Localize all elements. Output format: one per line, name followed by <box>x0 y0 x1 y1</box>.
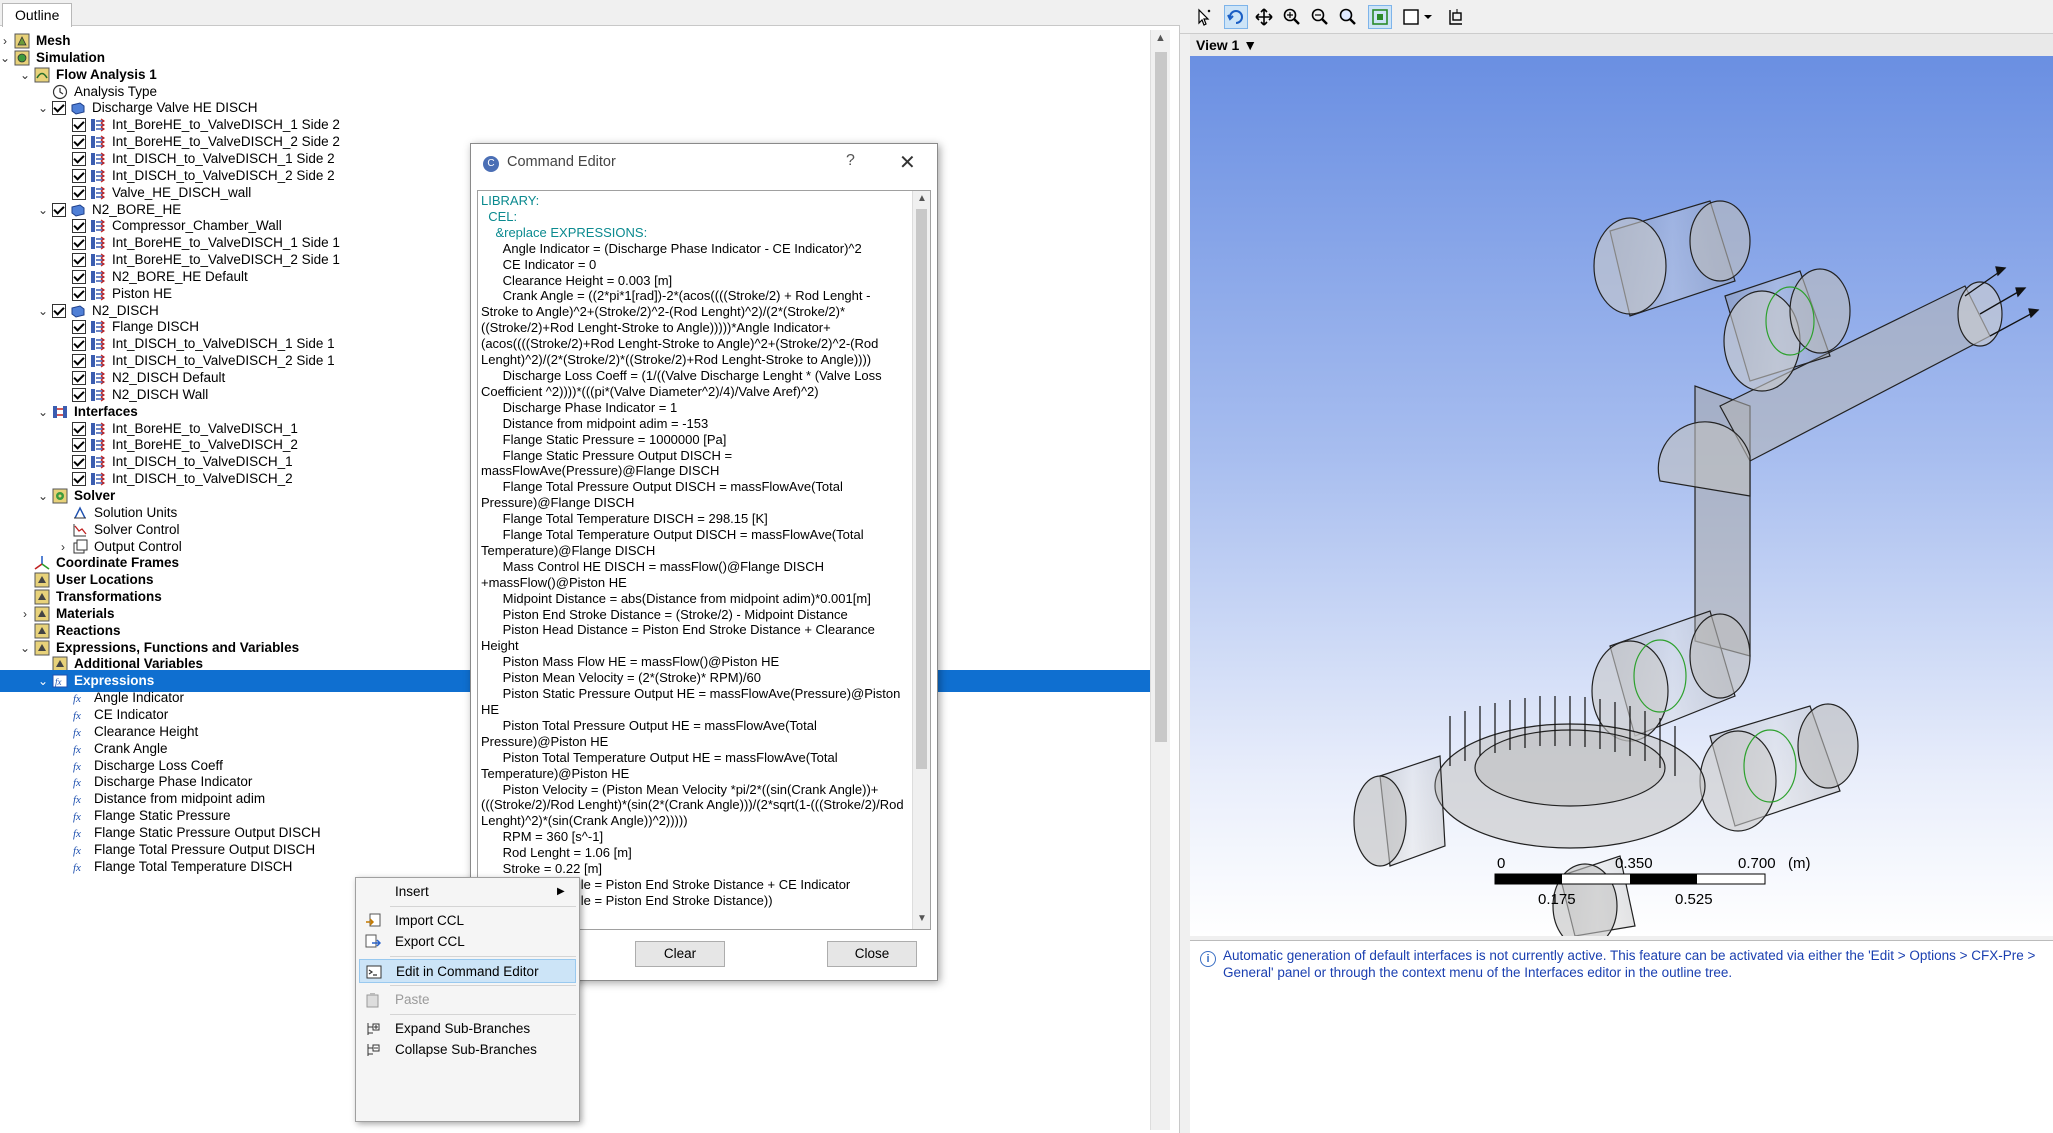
scale-unit: (m) <box>1788 855 1811 872</box>
paste-icon <box>365 992 381 1008</box>
cfx-app-icon: C <box>483 156 499 172</box>
menu-item-label: Edit in Command Editor <box>396 964 539 979</box>
scale-label-top-0: 0 <box>1497 855 1505 872</box>
tree-item-label: Flange Total Temperature DISCH <box>94 858 293 874</box>
scroll-down-icon[interactable]: ▼ <box>917 913 927 924</box>
expression-icon: fx <box>72 859 88 875</box>
menu-item-insert[interactable]: Insert ▶ <box>359 880 576 904</box>
scale-bar: 0 0.350 0.700 (m) 0.175 0.525 <box>1494 855 1811 908</box>
command-editor-icon <box>366 964 382 980</box>
message-panel: i Automatic generation of default interf… <box>1190 940 2053 1133</box>
zoom-icon[interactable] <box>1280 5 1304 29</box>
display-mode-icon[interactable] <box>1400 5 1436 29</box>
view-label-bar: View 1 ▼ <box>1190 34 2053 56</box>
viewer-panel: View 1 ▼ 0 0.350 0.700 (m) 0.175 0.525 i… <box>1180 0 2053 1133</box>
menu-item-label: Export CCL <box>395 934 465 949</box>
select-icon[interactable] <box>1192 5 1216 29</box>
menu-item-label: Insert <box>395 884 429 899</box>
viewer-toolbar <box>1180 0 2053 34</box>
menu-separator <box>390 985 576 986</box>
3d-viewport[interactable]: 0 0.350 0.700 (m) 0.175 0.525 <box>1190 56 2053 936</box>
outline-scrollbar[interactable]: ▲ <box>1150 30 1170 1130</box>
menu-item-label: Collapse Sub-Branches <box>395 1042 537 1057</box>
ccl-header-line-0: LIBRARY: <box>481 193 540 208</box>
outline-scroll-thumb[interactable] <box>1155 52 1167 742</box>
view-title: View 1 <box>1196 37 1240 53</box>
close-icon[interactable]: ✕ <box>899 150 916 175</box>
ccl-header-line-1: CEL: <box>481 208 518 224</box>
submenu-arrow-icon: ▶ <box>557 886 565 897</box>
menu-item-collapse-sub-branches[interactable]: Collapse Sub-Branches <box>359 1038 576 1062</box>
menu-item-paste: Paste <box>359 988 576 1012</box>
menu-separator <box>390 1014 576 1015</box>
collapse-branches-icon <box>365 1042 381 1058</box>
scroll-up-icon[interactable]: ▲ <box>917 193 927 204</box>
menu-separator <box>390 906 576 907</box>
svg-text:fx: fx <box>73 862 81 874</box>
export-ccl-icon <box>365 934 382 950</box>
message-text: Automatic generation of default interfac… <box>1223 948 2036 980</box>
outline-tab-bar: Outline <box>0 0 1180 27</box>
zoom-fit-icon[interactable] <box>1336 5 1360 29</box>
svg-text:fx: fx <box>55 677 62 687</box>
scale-label-bottom-1: 0.525 <box>1675 891 1713 908</box>
context-menu: Insert ▶ Import CCL Export CCL Edit in Comma… <box>355 877 580 1122</box>
view-selector[interactable]: View 1 ▼ <box>1196 37 1257 53</box>
editor-scroll-thumb[interactable] <box>916 209 927 769</box>
chevron-down-icon: ▼ <box>1243 37 1258 53</box>
scale-label-bottom-0: 0.175 <box>1538 891 1576 908</box>
scroll-up-icon[interactable]: ▲ <box>1155 32 1166 44</box>
clear-button[interactable]: Clear <box>635 941 725 967</box>
ccl-header-line-2: &replace EXPRESSIONS: <box>481 224 648 240</box>
menu-item-label: Paste <box>395 992 430 1007</box>
menu-item-export-ccl[interactable]: Export CCL <box>359 930 576 954</box>
menu-item-edit-in-command-editor[interactable]: Edit in Command Editor <box>359 959 576 983</box>
rotate-icon[interactable] <box>1224 5 1248 29</box>
new-viewer-icon[interactable] <box>1444 5 1468 29</box>
ccl-editor[interactable]: LIBRARY: CEL: &replace EXPRESSIONS: Angl… <box>477 190 931 930</box>
tab-outline[interactable]: Outline <box>2 3 73 27</box>
dialog-title: Command Editor <box>507 154 616 170</box>
editor-scrollbar[interactable]: ▲ ▼ <box>912 191 930 929</box>
dialog-title-bar[interactable]: C Command Editor ? ✕ <box>471 144 937 182</box>
menu-separator <box>390 956 576 957</box>
scale-label-top-2: 0.700 <box>1738 855 1776 872</box>
scale-label-top-1: 0.350 <box>1615 855 1653 872</box>
ccl-body: Angle Indicator = (Discharge Phase Indic… <box>481 240 904 908</box>
ccl-editor-text[interactable]: LIBRARY: CEL: &replace EXPRESSIONS: Angl… <box>481 193 907 909</box>
close-button[interactable]: Close <box>827 941 917 967</box>
geometry-view[interactable]: 0 0.350 0.700 (m) 0.175 0.525 <box>1190 56 2053 936</box>
help-button[interactable]: ? <box>846 152 855 170</box>
pan-icon[interactable] <box>1252 5 1276 29</box>
expand-branches-icon <box>365 1021 381 1037</box>
zoom-box-icon[interactable] <box>1308 5 1332 29</box>
import-ccl-icon <box>365 913 381 929</box>
command-editor-dialog: C Command Editor ? ✕ LIBRARY: CEL: &repl… <box>470 143 938 981</box>
fit-view-icon[interactable] <box>1368 5 1392 29</box>
info-icon: i <box>1200 951 1216 967</box>
